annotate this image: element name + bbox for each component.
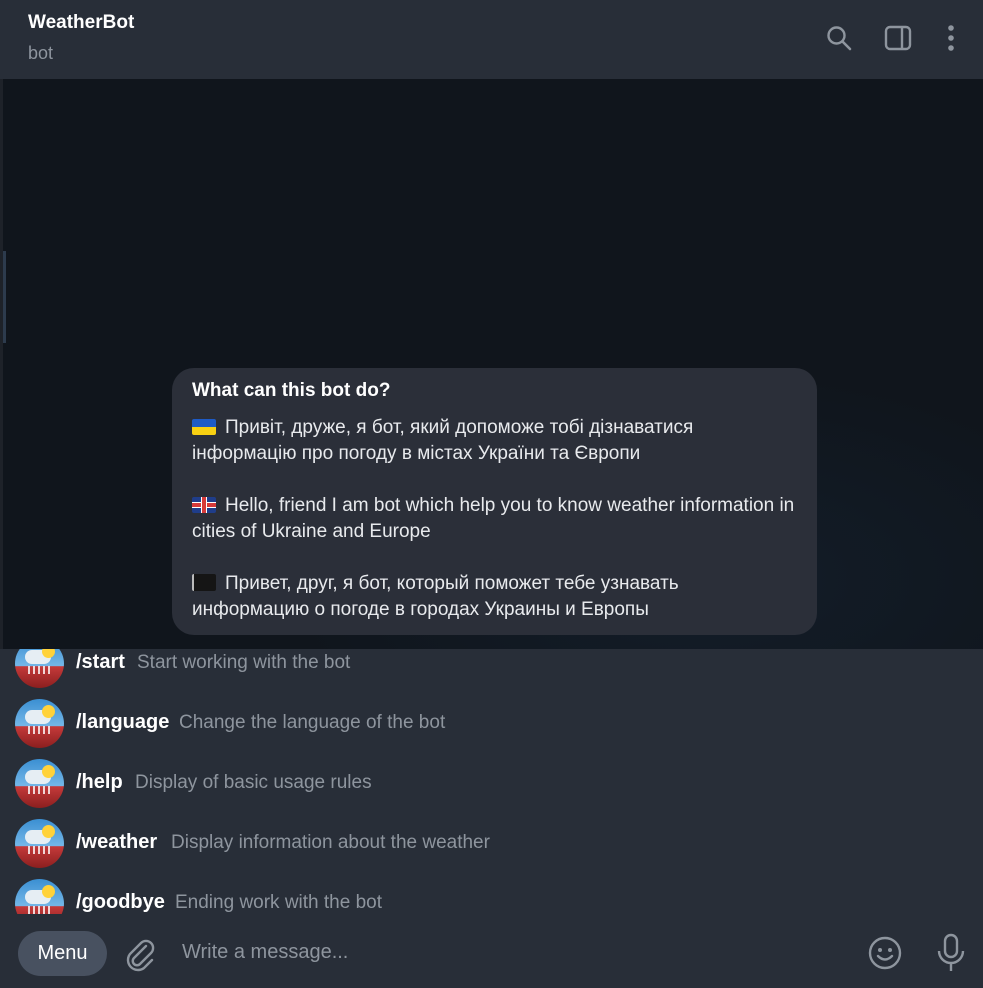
bot-avatar [15,759,64,808]
chat-subtitle: bot [28,43,54,63]
bot-avatar [15,649,64,688]
command-description: Display information about the weather [171,832,490,853]
description-paragraph-russian: Привет, друг, я бот, который поможет теб… [192,571,797,623]
description-text-ukrainian: Привіт, друже, я бот, який допоможе тобі… [192,417,694,464]
command-name: /goodbye [76,891,165,913]
microphone-icon[interactable] [934,932,968,974]
command-description: Display of basic usage rules [135,772,372,793]
sidebar-toggle-icon[interactable] [882,22,914,54]
bot-avatar [15,699,64,748]
command-name: /weather [76,831,158,853]
command-name: /help [76,771,123,793]
message-input[interactable] [170,930,850,974]
command-item-language[interactable]: /language Change the language of the bot [0,699,983,759]
command-description: Change the language of the bot [179,712,446,733]
black-flag-icon [192,574,216,591]
ukraine-flag-icon [192,419,216,435]
description-text-russian: Привет, друг, я бот, который поможет теб… [192,573,679,620]
command-item-goodbye[interactable]: /goodbye Ending work with the bot [0,879,983,914]
bot-command-list: /start Start working with the bot /langu… [0,649,983,914]
command-item-weather[interactable]: /weather Display information about the w… [0,819,983,879]
scroll-edge [3,251,6,343]
description-paragraph-ukrainian: Привіт, друже, я бот, який допоможе тобі… [192,415,797,467]
command-name: /start [76,651,125,673]
description-text-english: Hello, friend I am bot which help you to… [192,495,795,542]
bot-description-title: What can this bot do? [192,380,391,401]
chat-header: WeatherBot bot [0,0,983,79]
chat-title[interactable]: WeatherBot [28,12,134,34]
bot-description-card: What can this bot do? Привіт, друже, я б… [172,368,817,635]
command-item-help[interactable]: /help Display of basic usage rules [0,759,983,819]
attach-icon[interactable] [122,936,158,972]
search-icon[interactable] [823,22,855,54]
command-name: /language [76,711,170,733]
bot-avatar [15,879,64,914]
menu-button[interactable]: Menu [18,931,107,976]
emoji-icon[interactable] [866,934,904,972]
uk-flag-icon [192,497,216,513]
message-composer: Menu [0,914,983,988]
description-paragraph-english: Hello, friend I am bot which help you to… [192,493,797,545]
command-item-start[interactable]: /start Start working with the bot [0,649,983,699]
command-description: Ending work with the bot [175,892,383,913]
bot-avatar [15,819,64,868]
more-vertical-icon[interactable] [935,22,967,54]
command-description: Start working with the bot [137,652,351,673]
